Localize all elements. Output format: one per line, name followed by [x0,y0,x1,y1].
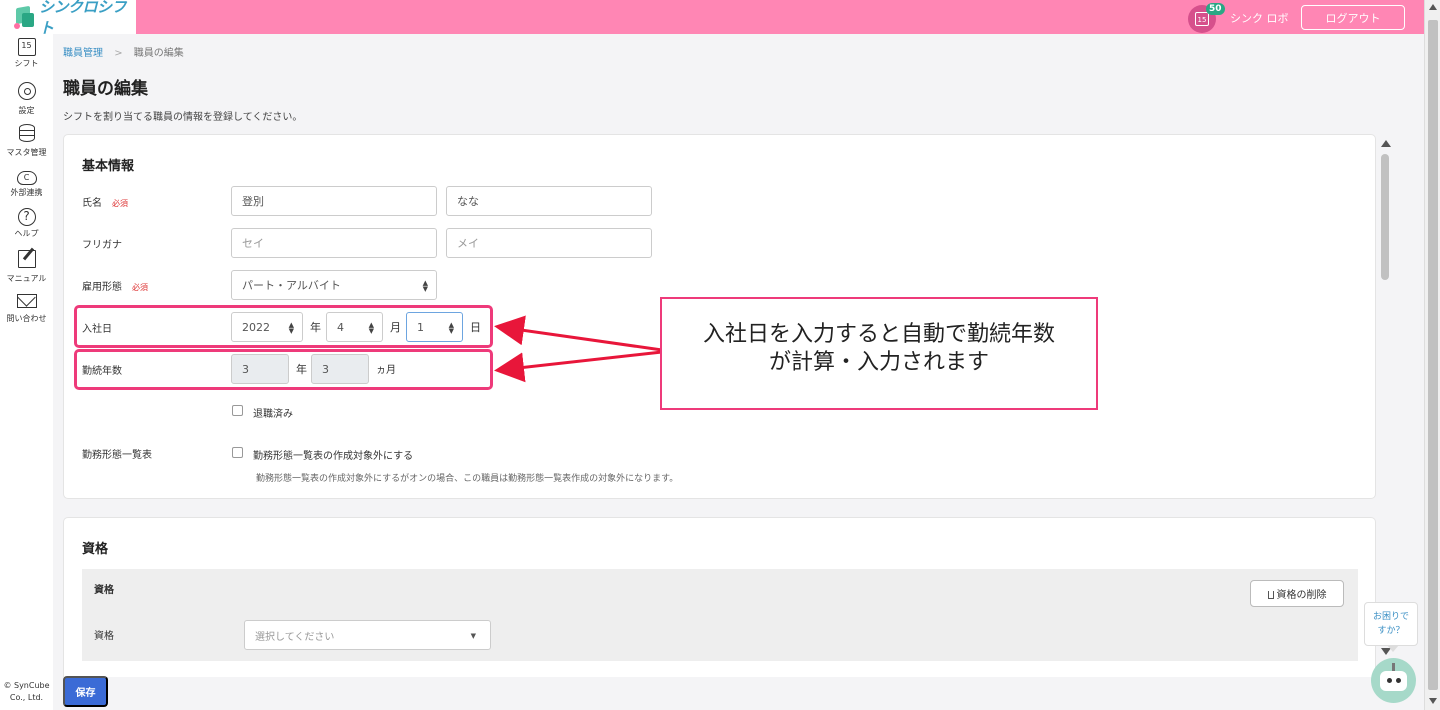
retired-label: 退職済み [253,409,293,420]
scroll-up-icon[interactable] [1429,4,1437,10]
sidebar-item-manual[interactable]: マニュアル [0,250,53,284]
logout-button[interactable]: ログアウト [1301,5,1405,30]
last-name-input[interactable]: 登別 [231,186,437,216]
sidebar: 15 シフト 設定 マスタ管理 C 外部連携 ? ヘルプ マニュアル 問い合わせ… [0,34,53,710]
delete-qualification-button[interactable]: 資格の削除 [1250,580,1344,607]
breadcrumb: 職員管理 > 職員の編集 [63,44,184,59]
cloud-icon: C [16,171,37,185]
employment-select[interactable]: パート・アルバイト ▲ ▼ [231,270,437,300]
page-scrollbar[interactable] [1424,0,1440,710]
employment-label: 雇用形態 必須 [82,282,148,293]
sidebar-item-label: 問い合わせ [6,314,47,323]
mail-icon [16,294,37,308]
breadcrumb-current: 職員の編集 [133,48,184,59]
edit-icon [17,250,36,268]
copyright: © SynCube Co., Ltd. [3,681,50,702]
work-table-exclude-label: 勤務形態一覧表の作成対象外にする [253,451,414,462]
breadcrumb-separator: > [114,48,123,59]
sidebar-item-label: マニュアル [6,274,47,283]
qualification-subtitle: 資格 [94,585,114,596]
page-description: シフトを割り当てる職員の情報を登録してください。 [63,112,303,123]
top-header: シンクロシフト 15 50 シンク ロボ ログアウト [0,0,1424,37]
first-name-kana-input[interactable]: メイ [446,228,652,258]
database-icon [18,124,35,142]
scroll-down-icon[interactable] [1429,698,1437,704]
chevron-down-icon: ▼ [470,632,476,640]
work-table-label: 勤務形態一覧表 [82,450,152,461]
help-icon: ? [17,208,36,226]
gear-icon [17,82,36,100]
qualification-field-label: 資格 [94,631,114,642]
help-bubble[interactable]: お困りで すか？ [1364,602,1418,652]
sidebar-item-integration[interactable]: C 外部連携 [0,170,53,198]
sidebar-item-label: 外部連携 [10,188,43,197]
required-badge: 必須 [132,283,148,292]
sidebar-item-label: シフト [14,59,39,68]
robot-assistant-icon[interactable] [1371,658,1416,703]
tenure-highlight [74,349,493,390]
sidebar-item-master[interactable]: マスタ管理 [0,124,53,158]
sidebar-item-contact[interactable]: 問い合わせ [0,294,53,324]
logo[interactable]: シンクロシフト [0,0,136,37]
scroll-thumb[interactable] [1381,154,1389,280]
breadcrumb-parent-link[interactable]: 職員管理 [63,48,103,59]
calendar-icon: 15 [17,38,36,56]
basic-info-title: 基本情報 [82,159,135,174]
work-table-exclude-checkbox[interactable] [232,447,243,458]
scroll-thumb[interactable] [1428,20,1438,690]
sidebar-item-label: 設定 [18,106,35,115]
required-badge: 必須 [112,199,128,208]
furigana-label: フリガナ [82,240,122,251]
name-label: 氏名 必須 [82,198,128,209]
sidebar-item-settings[interactable]: 設定 [0,82,53,116]
first-name-input[interactable]: なな [446,186,652,216]
retired-checkbox[interactable] [232,405,243,416]
save-button[interactable]: 保存 [63,676,108,707]
logo-mark-icon [14,5,35,29]
qualification-select[interactable]: 選択してください ▼ [244,620,491,650]
last-name-kana-input[interactable]: セイ [231,228,437,258]
content-scrollbar[interactable] [1380,140,1391,660]
sidebar-item-help[interactable]: ? ヘルプ [0,208,53,239]
select-arrows-icon: ▲ ▼ [422,279,428,293]
user-name[interactable]: シンク ロボ [1230,10,1289,26]
sidebar-item-shift[interactable]: 15 シフト [0,38,53,69]
logo-text: シンクロシフト [39,0,127,37]
notification-badge: 50 [1206,3,1225,15]
trash-icon [1267,590,1274,599]
work-table-note: 勤務形態一覧表の作成対象外にするがオンの場合、この職員は勤務形態一覧表作成の対象… [256,474,679,484]
hire-date-highlight [74,305,493,348]
page-title: 職員の編集 [63,79,148,99]
annotation-callout: 入社日を入力すると自動で勤続年数 が計算・入力されます [660,297,1098,410]
scroll-up-icon[interactable] [1381,140,1391,147]
qualifications-title: 資格 [82,542,109,557]
sidebar-item-label: マスタ管理 [6,148,47,157]
sidebar-item-label: ヘルプ [14,229,39,238]
